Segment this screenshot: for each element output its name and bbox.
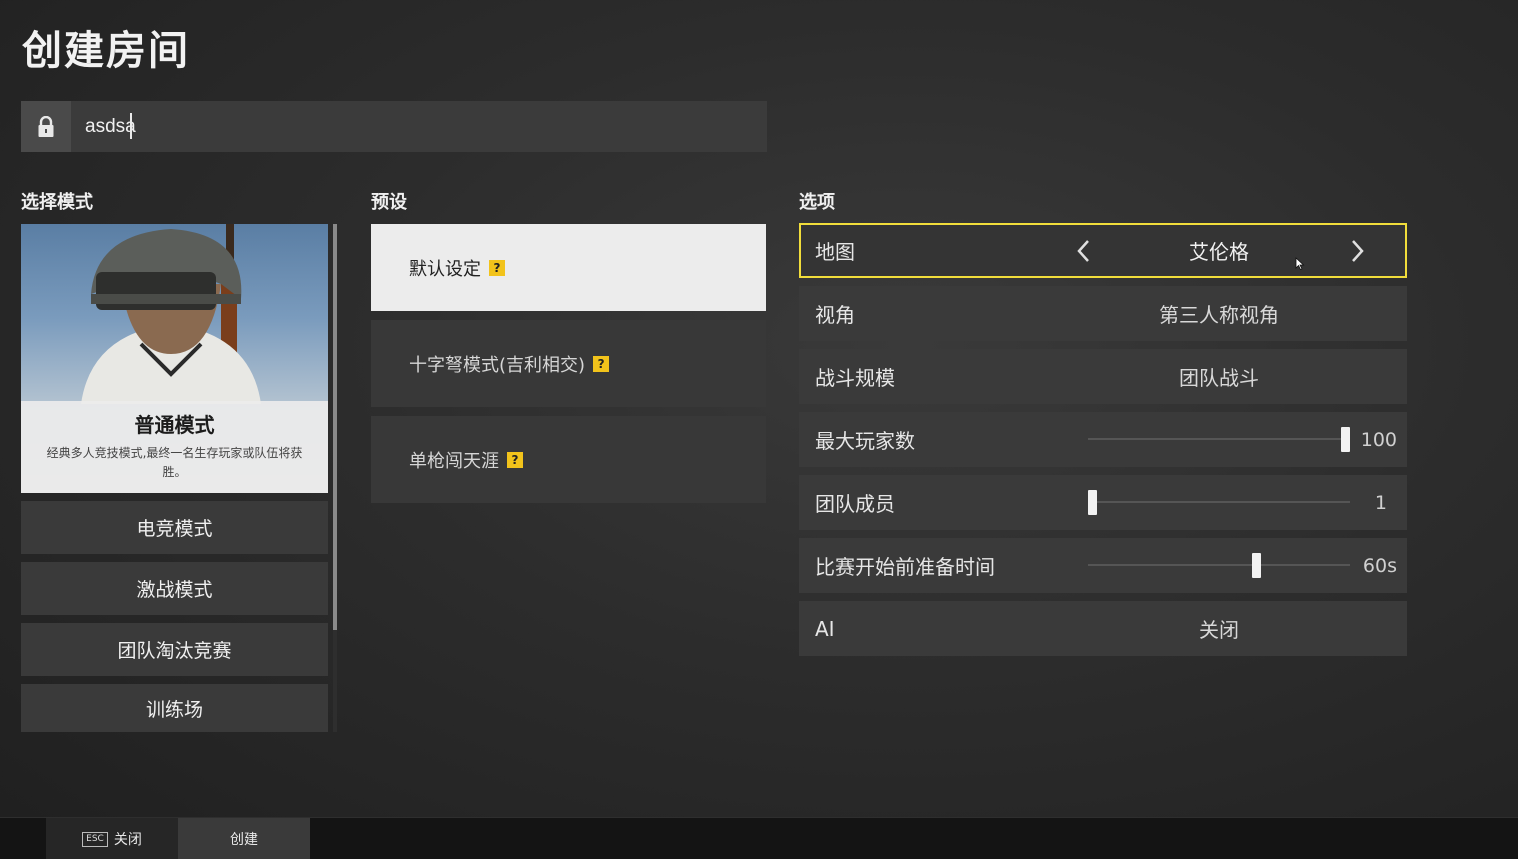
- bottom-bar: ESC 关闭 创建: [0, 817, 1518, 859]
- page-title: 创建房间: [22, 28, 190, 74]
- room-name-input[interactable]: [71, 101, 767, 152]
- close-button[interactable]: ESC 关闭: [46, 818, 178, 859]
- mode-button-esports[interactable]: 电竞模式: [21, 501, 328, 554]
- soldier-artwork: [81, 224, 261, 404]
- text-caret: [130, 113, 132, 139]
- option-label: 最大玩家数: [815, 429, 915, 453]
- slider-value: 60s: [1362, 554, 1397, 577]
- option-prep-time[interactable]: 比赛开始前准备时间 60s: [799, 538, 1407, 593]
- preset-single-gun[interactable]: 单枪闯天涯 ?: [371, 416, 766, 503]
- esc-key-icon: ESC: [82, 831, 108, 847]
- presets-section-label: 预设: [371, 192, 407, 213]
- help-icon[interactable]: ?: [507, 451, 523, 468]
- options-section-label: 选项: [799, 192, 835, 213]
- help-icon[interactable]: ?: [489, 259, 505, 276]
- slider-thumb[interactable]: [1088, 490, 1097, 515]
- preset-crossbow[interactable]: 十字弩模式(吉利相交) ?: [371, 320, 766, 407]
- slider-thumb[interactable]: [1341, 427, 1350, 452]
- create-button[interactable]: 创建: [178, 818, 310, 859]
- close-label: 关闭: [113, 832, 142, 848]
- slider-track[interactable]: [1088, 501, 1350, 503]
- preset-label: 单枪闯天涯: [409, 450, 499, 472]
- help-icon[interactable]: ?: [593, 355, 610, 372]
- lock-icon[interactable]: [21, 101, 71, 152]
- option-label: 视角: [815, 303, 855, 327]
- mode-card-description: 经典多人竞技模式,最终一名生存玩家或队伍将获胜。: [46, 446, 303, 479]
- option-label: 战斗规模: [815, 366, 895, 390]
- option-perspective[interactable]: 视角 第三人称视角: [799, 286, 1407, 341]
- mode-card-info: 普通模式 经典多人竞技模式,最终一名生存玩家或队伍将获胜。: [21, 401, 328, 493]
- option-label: 比赛开始前准备时间: [815, 555, 995, 579]
- preset-label: 十字弩模式(吉利相交): [409, 354, 586, 376]
- option-max-players[interactable]: 最大玩家数 100: [799, 412, 1407, 467]
- mode-card-title: 普通模式: [134, 413, 215, 437]
- room-name-field[interactable]: [21, 101, 767, 152]
- option-map[interactable]: 地图 艾伦格: [799, 223, 1407, 278]
- mode-button-war[interactable]: 激战模式: [21, 562, 328, 615]
- slider-value: 100: [1360, 428, 1397, 451]
- modes-scrollbar-thumb[interactable]: [333, 224, 337, 630]
- chevron-right-icon[interactable]: [1346, 237, 1368, 265]
- option-label: AI: [815, 616, 835, 641]
- option-label: 团队成员: [815, 492, 895, 516]
- preset-label: 默认设定: [409, 258, 481, 280]
- option-ai[interactable]: AI 关闭: [799, 601, 1407, 656]
- slider-track[interactable]: [1088, 438, 1350, 440]
- slider-thumb[interactable]: [1252, 553, 1262, 578]
- create-label: 创建: [230, 832, 258, 848]
- modes-section-label: 选择模式: [21, 192, 93, 213]
- mode-button-training[interactable]: 训练场: [21, 684, 328, 732]
- mode-card-normal[interactable]: 普通模式 经典多人竞技模式,最终一名生存玩家或队伍将获胜。: [21, 224, 328, 493]
- preset-default[interactable]: 默认设定 ?: [371, 224, 766, 311]
- chevron-left-icon[interactable]: [1073, 237, 1095, 265]
- option-team-members[interactable]: 团队成员 1: [799, 475, 1407, 530]
- option-label: 地图: [815, 240, 855, 264]
- mode-button-team-deathmatch[interactable]: 团队淘汰竞赛: [21, 623, 328, 676]
- mouse-cursor-icon: [1295, 257, 1305, 271]
- slider-value: 1: [1374, 491, 1387, 514]
- slider-track[interactable]: [1088, 564, 1350, 566]
- option-battle-scale[interactable]: 战斗规模 团队战斗: [799, 349, 1407, 404]
